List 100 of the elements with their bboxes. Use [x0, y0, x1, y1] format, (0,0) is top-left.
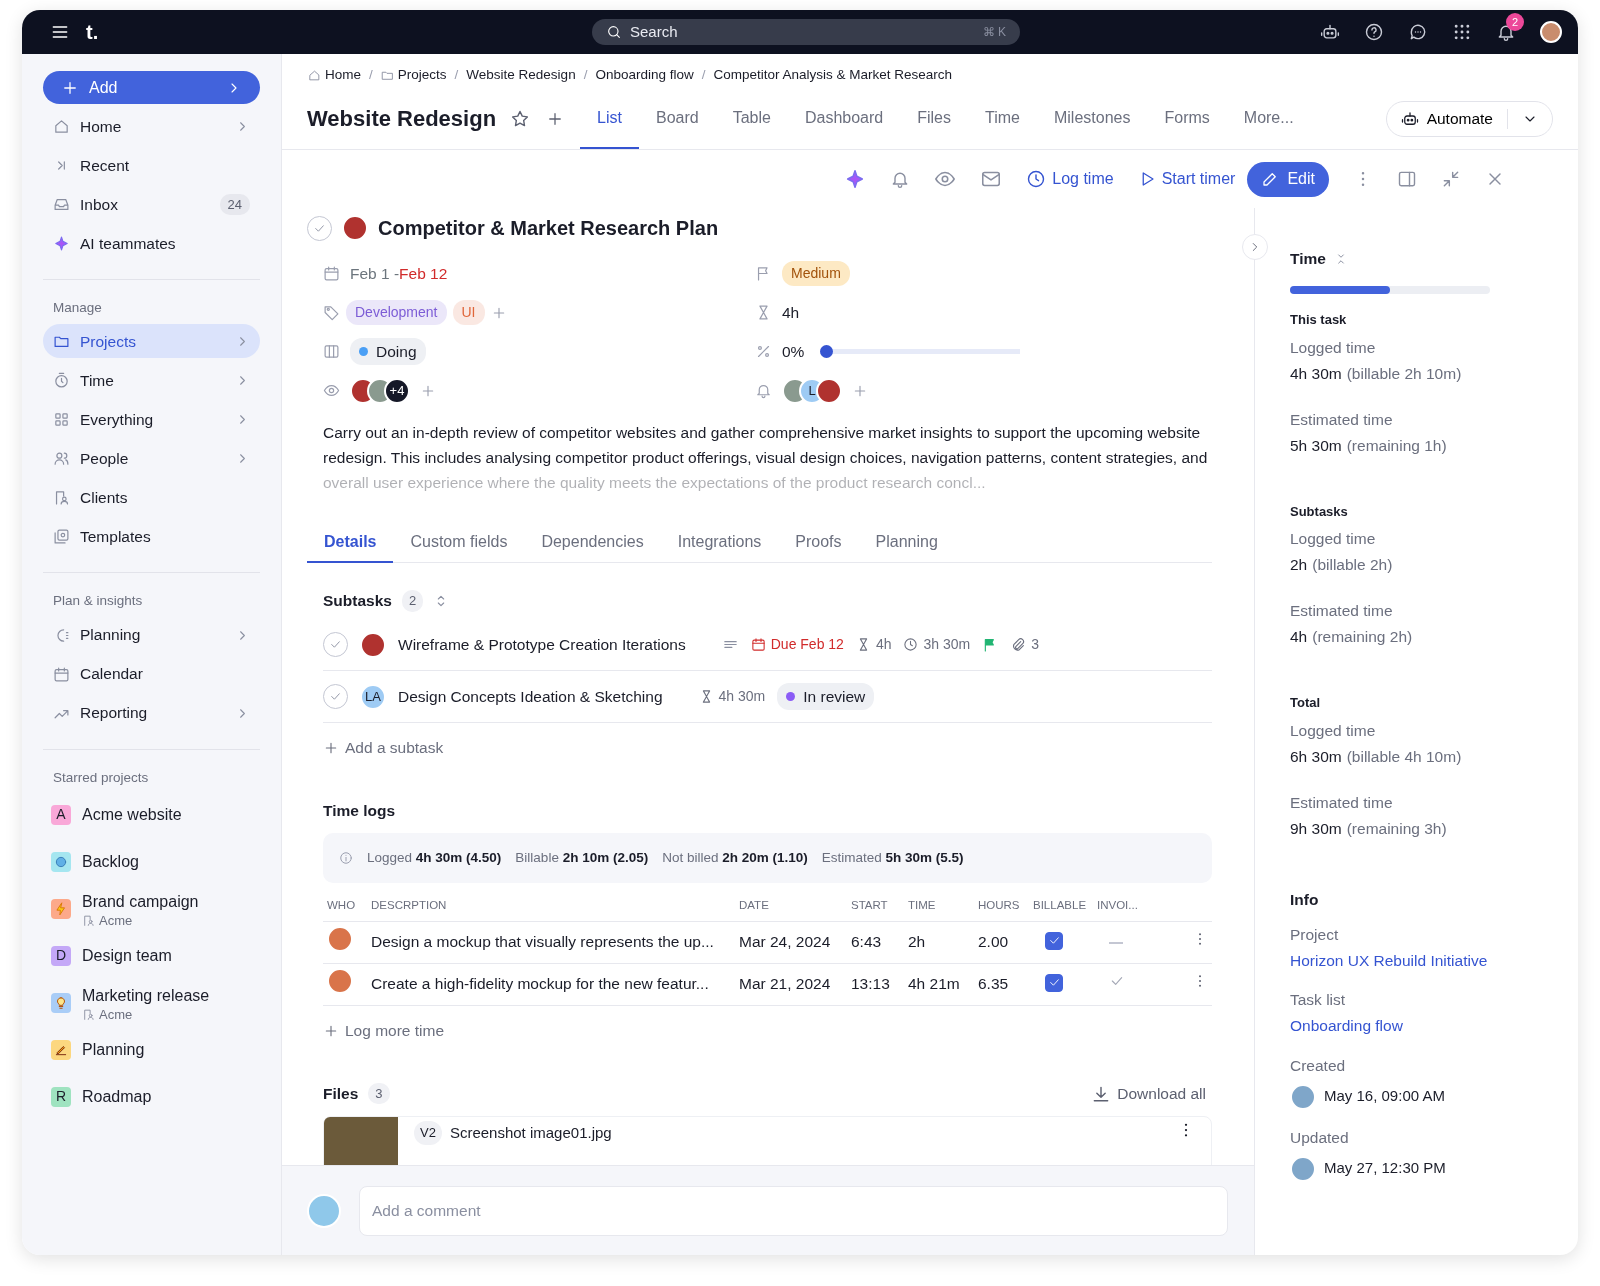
add-subtask-button[interactable]: Add a subtask: [323, 723, 444, 773]
avatar: +4: [384, 377, 410, 404]
starred-project[interactable]: Planning: [43, 1026, 260, 1073]
detail-tab[interactable]: Custom fields: [393, 523, 525, 563]
billable-checkbox[interactable]: [1045, 973, 1063, 992]
detail-tab[interactable]: Integrations: [660, 523, 779, 563]
time-value: 2h: [1290, 555, 1308, 575]
sidebar-item[interactable]: Inbox 24: [43, 185, 260, 224]
detail-tab[interactable]: Dependencies: [524, 523, 661, 563]
sidebar-item[interactable]: Time: [43, 361, 260, 401]
sidebar-item[interactable]: Templates: [43, 517, 260, 557]
info-link[interactable]: Onboarding flow: [1290, 1017, 1403, 1034]
detail-tab[interactable]: Proofs: [778, 523, 859, 563]
avatar: [1540, 21, 1562, 43]
log-more-time-button[interactable]: Log more time: [323, 1005, 445, 1056]
table-cell: 4h 21m: [904, 963, 974, 1005]
search-input[interactable]: Search: [628, 19, 977, 45]
view-tab[interactable]: List: [580, 89, 639, 149]
field-label: Task list: [1290, 990, 1347, 1010]
chat-icon[interactable]: [1408, 22, 1428, 42]
subtask-title[interactable]: Wireframe & Prototype Creation Iterations: [398, 632, 686, 657]
complete-checkbox[interactable]: [307, 215, 332, 241]
starred-project[interactable]: A Acme website: [43, 791, 260, 838]
time-value: 6h 30m: [1290, 746, 1342, 767]
panel-icon[interactable]: [1397, 169, 1417, 189]
apps-grid-icon[interactable]: [1452, 22, 1472, 42]
inbox-icon: [53, 196, 70, 213]
section-title: Subtasks: [323, 591, 392, 612]
avatar: [327, 967, 353, 994]
breadcrumb-link[interactable]: Home: [308, 65, 361, 86]
sidebar-item[interactable]: Home: [43, 107, 260, 146]
sidebar-item[interactable]: Calendar: [43, 654, 260, 694]
log-time-button[interactable]: Log time: [1026, 167, 1114, 191]
client-name: Acme: [99, 914, 133, 928]
view-tab[interactable]: Board: [639, 89, 716, 149]
billable-checkbox[interactable]: [1045, 931, 1063, 950]
grid-icon: [53, 411, 70, 429]
estimate-value: 4h: [875, 635, 892, 654]
sidebar-item[interactable]: Everything: [43, 400, 260, 440]
shortcut-hint: ⌘ K: [982, 24, 1006, 41]
sidebar-item[interactable]: People: [43, 439, 260, 479]
download-all-button[interactable]: Download all: [1085, 1080, 1212, 1107]
starred-project[interactable]: Backlog: [43, 838, 260, 885]
breadcrumb-link[interactable]: Website Redesign: [466, 65, 576, 86]
add-button[interactable]: Add: [43, 71, 260, 104]
view-tab[interactable]: More...: [1226, 89, 1311, 149]
breadcrumb-separator: /: [369, 66, 373, 85]
complete-checkbox[interactable]: [323, 632, 348, 657]
sidebar-item[interactable]: Planning: [43, 615, 260, 655]
starred-project[interactable]: R Roadmap: [43, 1073, 260, 1120]
collapse-icon[interactable]: [1441, 169, 1461, 189]
time-value: 9h 30m: [1290, 818, 1342, 839]
view-tab[interactable]: Dashboard: [787, 89, 901, 149]
starred-project[interactable]: Marketing release Acme: [43, 979, 260, 1026]
summary-item: Not billed 2h 20m (1.10): [662, 848, 808, 867]
view-tab[interactable]: Time: [968, 89, 1037, 149]
breadcrumb-link[interactable]: Competitor Analysis & Market Research: [713, 65, 953, 86]
view-tab[interactable]: Forms: [1147, 89, 1227, 149]
view-tab[interactable]: Files: [900, 89, 968, 149]
comment-field[interactable]: Add a comment: [359, 1185, 1228, 1236]
table-cell: Mar 24, 2024: [735, 921, 847, 963]
field-label: Created: [1290, 1055, 1347, 1076]
columns-icon: [323, 343, 340, 360]
breadcrumb-link[interactable]: Projects: [380, 65, 447, 86]
sidebar-item[interactable]: AI teammates: [43, 224, 260, 263]
view-tab[interactable]: Milestones: [1037, 89, 1148, 149]
automate-button[interactable]: Automate: [1385, 101, 1553, 137]
start-timer-button[interactable]: Start timer: [1137, 167, 1236, 191]
robot-icon[interactable]: [1320, 22, 1340, 42]
column-header: HOURS: [974, 891, 1029, 921]
search-bar[interactable]: Search ⌘ K: [592, 19, 1020, 45]
detail-tab[interactable]: Details: [307, 523, 394, 563]
subtask-row[interactable]: LA Design Concepts Ideation & Sketching 4h 30m In review: [323, 671, 1212, 723]
detail-tab[interactable]: Planning: [858, 523, 955, 563]
star-icon[interactable]: [510, 109, 531, 129]
starred-project[interactable]: D Design team: [43, 932, 260, 979]
field-label: Logged time: [1290, 720, 1377, 741]
home-icon: [308, 69, 321, 82]
file-name[interactable]: Screenshot image01.jpg: [449, 1121, 612, 1144]
info-link[interactable]: Horizon UX Rebuild Initiative: [1290, 951, 1488, 969]
sidebar-item[interactable]: Clients: [43, 478, 260, 518]
complete-checkbox[interactable]: [323, 684, 348, 709]
starred-project[interactable]: Brand campaign Acme: [43, 885, 260, 932]
column-header: TIME: [904, 891, 974, 921]
sidebar-item[interactable]: Projects: [43, 324, 260, 359]
sidebar-item[interactable]: Recent: [43, 146, 260, 185]
section-title: Plan & insights: [52, 592, 144, 611]
time-note: (remaining 1h): [1346, 435, 1447, 456]
edit-button[interactable]: Edit: [1247, 161, 1329, 197]
progress-thumb[interactable]: [820, 345, 834, 358]
time-value: 4h 30m: [1290, 363, 1342, 384]
breadcrumb-link[interactable]: Onboarding flow: [595, 65, 694, 86]
help-icon[interactable]: [1364, 22, 1384, 42]
view-tab[interactable]: Table: [715, 89, 788, 149]
progress-reading: 0%: [782, 341, 805, 362]
time-value: 4h: [1290, 627, 1308, 647]
due-date: Due Feb 12: [750, 634, 844, 655]
table-cell: Create a high-fidelity mockup for the new featur...: [367, 963, 735, 1005]
sidebar-item[interactable]: Reporting: [43, 693, 260, 733]
subtask-title[interactable]: Design Concepts Ideation & Sketching: [398, 684, 663, 709]
